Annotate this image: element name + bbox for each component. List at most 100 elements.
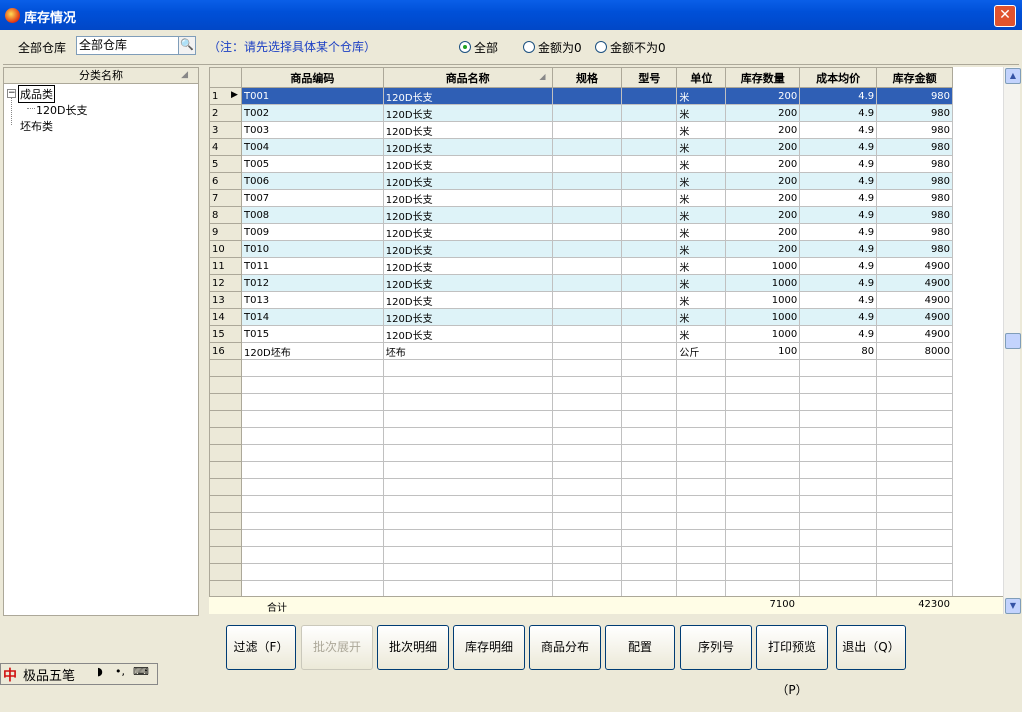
table-cell[interactable]: 米 xyxy=(676,240,727,258)
table-cell[interactable] xyxy=(952,104,1003,122)
table-cell[interactable] xyxy=(799,563,878,581)
table-cell[interactable] xyxy=(240,376,384,394)
table-cell[interactable]: T002 xyxy=(240,104,384,122)
table-cell[interactable] xyxy=(240,444,384,462)
table-cell[interactable]: 1000 xyxy=(725,257,801,275)
table-cell[interactable]: T014 xyxy=(240,308,384,326)
table-cell[interactable]: 米 xyxy=(676,155,727,173)
table-cell[interactable] xyxy=(551,291,623,309)
table-cell[interactable]: 120D坯布 xyxy=(240,342,384,360)
table-row[interactable]: 11 T011 120D长支 米 1000 4.9 4900 xyxy=(209,257,1003,275)
ime-status-bar[interactable]: 中 极品五笔 ◗ •, ⌨ xyxy=(0,663,158,685)
table-cell[interactable]: 200 xyxy=(725,223,801,241)
table-cell[interactable] xyxy=(952,427,1003,445)
table-cell[interactable] xyxy=(551,223,623,241)
table-cell[interactable] xyxy=(621,410,678,428)
row-number[interactable]: 4 xyxy=(209,138,242,156)
table-cell[interactable] xyxy=(551,342,623,360)
row-number[interactable]: 11 xyxy=(209,257,242,275)
table-cell[interactable] xyxy=(676,444,727,462)
table-cell[interactable] xyxy=(799,478,878,496)
table-cell[interactable] xyxy=(725,529,801,547)
table-cell[interactable] xyxy=(551,274,623,292)
table-cell[interactable] xyxy=(240,359,384,377)
table-row[interactable]: 14 T014 120D长支 米 1000 4.9 4900 xyxy=(209,308,1003,326)
table-cell[interactable] xyxy=(382,427,553,445)
table-cell[interactable]: 980 xyxy=(876,172,954,190)
table-cell[interactable]: 200 xyxy=(725,206,801,224)
row-number[interactable]: 8 xyxy=(209,206,242,224)
table-cell[interactable] xyxy=(876,359,954,377)
table-cell[interactable] xyxy=(799,529,878,547)
table-cell[interactable] xyxy=(676,580,727,598)
row-number[interactable]: 2 xyxy=(209,104,242,122)
table-cell[interactable]: 4.9 xyxy=(799,308,878,326)
table-cell[interactable] xyxy=(621,138,678,156)
table-cell[interactable] xyxy=(240,546,384,564)
table-cell[interactable] xyxy=(621,104,678,122)
col-header-avg-cost[interactable]: 成本均价 xyxy=(799,67,878,88)
table-cell[interactable] xyxy=(621,427,678,445)
table-cell[interactable] xyxy=(799,580,878,598)
product-distribution-button[interactable]: 商品分布 xyxy=(529,625,601,670)
table-cell[interactable]: 980 xyxy=(876,138,954,156)
table-cell[interactable]: 120D长支 xyxy=(382,104,553,122)
table-cell[interactable]: 120D长支 xyxy=(382,291,553,309)
print-preview-button[interactable]: 打印预览（P） xyxy=(756,625,828,697)
table-cell[interactable] xyxy=(725,444,801,462)
row-number[interactable]: 16 xyxy=(209,342,242,360)
table-cell[interactable]: 200 xyxy=(725,155,801,173)
table-cell[interactable]: 米 xyxy=(676,223,727,241)
table-row[interactable] xyxy=(209,563,1003,581)
table-cell[interactable] xyxy=(952,155,1003,173)
table-cell[interactable] xyxy=(551,104,623,122)
table-cell[interactable]: 4.9 xyxy=(799,104,878,122)
table-cell[interactable] xyxy=(621,189,678,207)
table-cell[interactable] xyxy=(240,512,384,530)
table-cell[interactable] xyxy=(725,546,801,564)
soft-keyboard-icon[interactable]: ⌨ xyxy=(133,665,149,678)
table-cell[interactable]: 200 xyxy=(725,87,801,105)
table-cell[interactable] xyxy=(621,376,678,394)
table-row[interactable]: 6 T006 120D长支 米 200 4.9 980 xyxy=(209,172,1003,190)
row-number[interactable]: 14 xyxy=(209,308,242,326)
row-number[interactable] xyxy=(209,393,242,411)
search-icon[interactable]: 🔍 xyxy=(178,36,196,55)
tree-header[interactable]: 分类名称 ◢ xyxy=(4,68,198,84)
table-cell[interactable]: 200 xyxy=(725,121,801,139)
table-row[interactable]: 10 T010 120D长支 米 200 4.9 980 xyxy=(209,240,1003,258)
table-row[interactable] xyxy=(209,410,1003,428)
table-cell[interactable] xyxy=(952,563,1003,581)
table-cell[interactable] xyxy=(952,512,1003,530)
table-cell[interactable] xyxy=(799,393,878,411)
table-cell[interactable]: 4.9 xyxy=(799,87,878,105)
table-cell[interactable] xyxy=(621,206,678,224)
table-cell[interactable]: 200 xyxy=(725,172,801,190)
table-row[interactable]: 12 T012 120D长支 米 1000 4.9 4900 xyxy=(209,274,1003,292)
table-cell[interactable] xyxy=(240,410,384,428)
table-cell[interactable] xyxy=(621,325,678,343)
col-header-qty[interactable]: 库存数量 xyxy=(725,67,801,88)
table-cell[interactable] xyxy=(551,444,623,462)
table-cell[interactable] xyxy=(952,495,1003,513)
table-cell[interactable] xyxy=(952,121,1003,139)
table-cell[interactable]: 8000 xyxy=(876,342,954,360)
table-cell[interactable]: 4.9 xyxy=(799,138,878,156)
table-cell[interactable] xyxy=(621,495,678,513)
table-cell[interactable] xyxy=(240,563,384,581)
table-cell[interactable] xyxy=(382,461,553,479)
table-cell[interactable]: 200 xyxy=(725,104,801,122)
table-cell[interactable]: 4.9 xyxy=(799,206,878,224)
table-cell[interactable] xyxy=(952,257,1003,275)
table-cell[interactable]: 1000 xyxy=(725,325,801,343)
table-cell[interactable] xyxy=(952,138,1003,156)
table-row[interactable] xyxy=(209,461,1003,479)
ime-name[interactable]: 极品五笔 xyxy=(23,665,75,684)
table-cell[interactable] xyxy=(952,291,1003,309)
table-cell[interactable]: 4.9 xyxy=(799,325,878,343)
table-cell[interactable] xyxy=(676,529,727,547)
table-cell[interactable] xyxy=(876,410,954,428)
table-cell[interactable] xyxy=(876,529,954,547)
table-cell[interactable] xyxy=(621,546,678,564)
table-cell[interactable]: 米 xyxy=(676,189,727,207)
